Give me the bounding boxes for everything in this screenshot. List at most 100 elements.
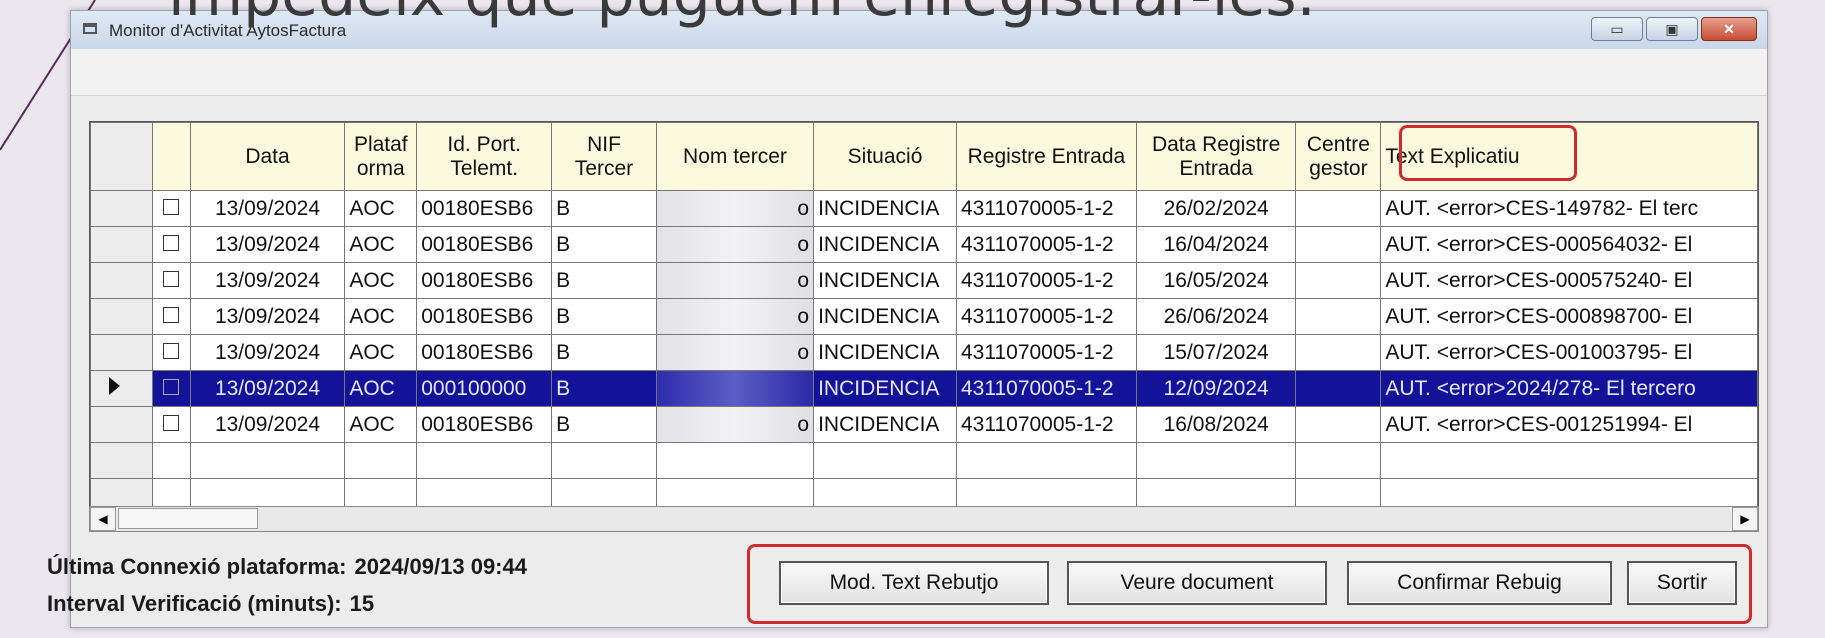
row-checkbox[interactable] [163,414,180,431]
cell-centre[interactable] [1295,226,1382,263]
cell-text-explicatiu[interactable]: AUT. <error>CES-000898700- El [1380,298,1758,335]
cell-plataforma[interactable]: AOC [344,334,418,371]
scroll-thumb[interactable] [118,508,258,529]
cell-centre[interactable] [1295,298,1382,335]
row-selector[interactable] [90,190,153,227]
cell-text-explicatiu[interactable]: AUT. <error>CES-001251994- El [1380,406,1758,443]
cell-plataforma[interactable]: AOC [344,406,418,443]
table-row[interactable]: 13/09/2024 AOC 00180ESB6 Bo INCIDENCIA 431107… [90,298,1758,335]
cell-centre[interactable] [1295,190,1382,227]
column-header-data[interactable]: Data [189,122,346,191]
row-checkbox[interactable] [163,342,180,359]
cell-data[interactable]: 13/09/2024 [189,226,346,263]
column-header-check[interactable] [151,122,191,191]
column-header-registre[interactable]: Registre Entrada [955,122,1137,191]
cell-id-port[interactable]: 00180ESB6 [416,334,553,371]
cell-nom-tercer[interactable]: o [655,226,815,263]
column-header-situacio[interactable]: Situació [813,122,957,191]
confirmar-rebuig-button[interactable]: Confirmar Rebuig [1347,561,1612,605]
cell-nom-tercer[interactable]: o [655,190,815,227]
cell-id-port[interactable]: 00180ESB6 [416,298,553,335]
cell-nif[interactable]: B [551,298,657,335]
row-checkbox-cell[interactable] [151,406,191,443]
cell-nif[interactable]: B [551,370,657,407]
row-checkbox[interactable] [163,198,180,215]
cell-centre[interactable] [1295,406,1382,443]
mod-text-rebutjo-button[interactable]: Mod. Text Rebutjo [779,561,1049,605]
cell-situacio[interactable]: INCIDENCIA [813,226,957,263]
cell-registre[interactable]: 4311070005-1-2 [955,190,1137,227]
cell-centre[interactable] [1295,262,1382,299]
cell-situacio[interactable]: INCIDENCIA [813,262,957,299]
table-row[interactable]: 13/09/2024 AOC 000100000 B INCIDENCIA 4311070… [90,370,1758,407]
cell-situacio[interactable]: INCIDENCIA [813,298,957,335]
cell-id-port[interactable]: 000100000 [416,370,553,407]
cell-id-port[interactable]: 00180ESB6 [416,190,553,227]
cell-nif[interactable]: B [551,406,657,443]
cell-nif[interactable]: B [551,262,657,299]
row-checkbox[interactable] [163,234,180,251]
cell-text-explicatiu[interactable]: AUT. <error>2024/278- El tercero [1380,370,1758,407]
cell-nom-tercer[interactable]: o [655,262,815,299]
cell-text-explicatiu[interactable]: AUT. <error>CES-000575240- El [1380,262,1758,299]
cell-data[interactable]: 13/09/2024 [189,334,346,371]
maximize-button[interactable]: ▣ [1646,17,1698,41]
cell-registre[interactable]: 4311070005-1-2 [955,370,1137,407]
cell-registre[interactable]: 4311070005-1-2 [955,226,1137,263]
row-selector[interactable] [90,298,153,335]
cell-plataforma[interactable]: AOC [344,226,418,263]
cell-data-registre[interactable]: 16/05/2024 [1135,262,1297,299]
column-header-centre[interactable]: Centre gestor [1295,122,1382,191]
cell-text-explicatiu[interactable]: AUT. <error>CES-001003795- El [1380,334,1758,371]
cell-registre[interactable]: 4311070005-1-2 [955,262,1137,299]
table-row[interactable]: 13/09/2024 AOC 00180ESB6 Bo INCIDENCIA 431107… [90,334,1758,371]
row-selector[interactable] [90,226,153,263]
cell-id-port[interactable]: 00180ESB6 [416,406,553,443]
row-checkbox-cell[interactable] [151,370,191,407]
row-checkbox-cell[interactable] [151,226,191,263]
column-header-id-port[interactable]: Id. Port. Telemt. [416,122,553,191]
cell-data[interactable]: 13/09/2024 [189,370,346,407]
data-grid[interactable]: Data Plataf orma Id. Port. Telemt. NIF T… [89,121,1759,508]
row-checkbox[interactable] [163,270,180,287]
row-checkbox-cell[interactable] [151,190,191,227]
column-header-nom-tercer[interactable]: Nom tercer [655,122,815,191]
cell-data[interactable]: 13/09/2024 [189,190,346,227]
cell-situacio[interactable]: INCIDENCIA [813,370,957,407]
cell-data[interactable]: 13/09/2024 [189,262,346,299]
cell-nif[interactable]: B [551,226,657,263]
row-selector[interactable] [90,370,153,407]
minimize-button[interactable]: ▭ [1591,17,1643,41]
column-header-plataforma[interactable]: Plataf orma [344,122,418,191]
cell-plataforma[interactable]: AOC [344,298,418,335]
horizontal-scrollbar[interactable]: ◀ ▶ [89,506,1759,532]
cell-data[interactable]: 13/09/2024 [189,298,346,335]
cell-data-registre[interactable]: 15/07/2024 [1135,334,1297,371]
table-row[interactable]: 13/09/2024 AOC 00180ESB6 Bo INCIDENCIA 431107… [90,262,1758,299]
row-selector[interactable] [90,334,153,371]
cell-text-explicatiu[interactable]: AUT. <error>CES-149782- El terc [1380,190,1758,227]
cell-plataforma[interactable]: AOC [344,190,418,227]
cell-data-registre[interactable]: 26/02/2024 [1135,190,1297,227]
column-header-text-explicatiu[interactable]: Text Explicatiu [1380,122,1758,191]
row-checkbox[interactable] [163,378,180,395]
cell-nom-tercer[interactable] [655,370,815,407]
cell-situacio[interactable]: INCIDENCIA [813,406,957,443]
cell-situacio[interactable]: INCIDENCIA [813,334,957,371]
column-header-nif[interactable]: NIF Tercer [551,122,657,191]
cell-data-registre[interactable]: 16/08/2024 [1135,406,1297,443]
row-selector[interactable] [90,262,153,299]
row-selector[interactable] [90,406,153,443]
row-checkbox-cell[interactable] [151,262,191,299]
row-checkbox[interactable] [163,306,180,323]
cell-data[interactable]: 13/09/2024 [189,406,346,443]
scroll-right-button[interactable]: ▶ [1732,507,1758,531]
cell-id-port[interactable]: 00180ESB6 [416,226,553,263]
veure-document-button[interactable]: Veure document [1067,561,1327,605]
cell-nom-tercer[interactable]: o [655,406,815,443]
cell-registre[interactable]: 4311070005-1-2 [955,334,1137,371]
row-checkbox-cell[interactable] [151,298,191,335]
cell-data-registre[interactable]: 16/04/2024 [1135,226,1297,263]
cell-data-registre[interactable]: 26/06/2024 [1135,298,1297,335]
cell-plataforma[interactable]: AOC [344,370,418,407]
